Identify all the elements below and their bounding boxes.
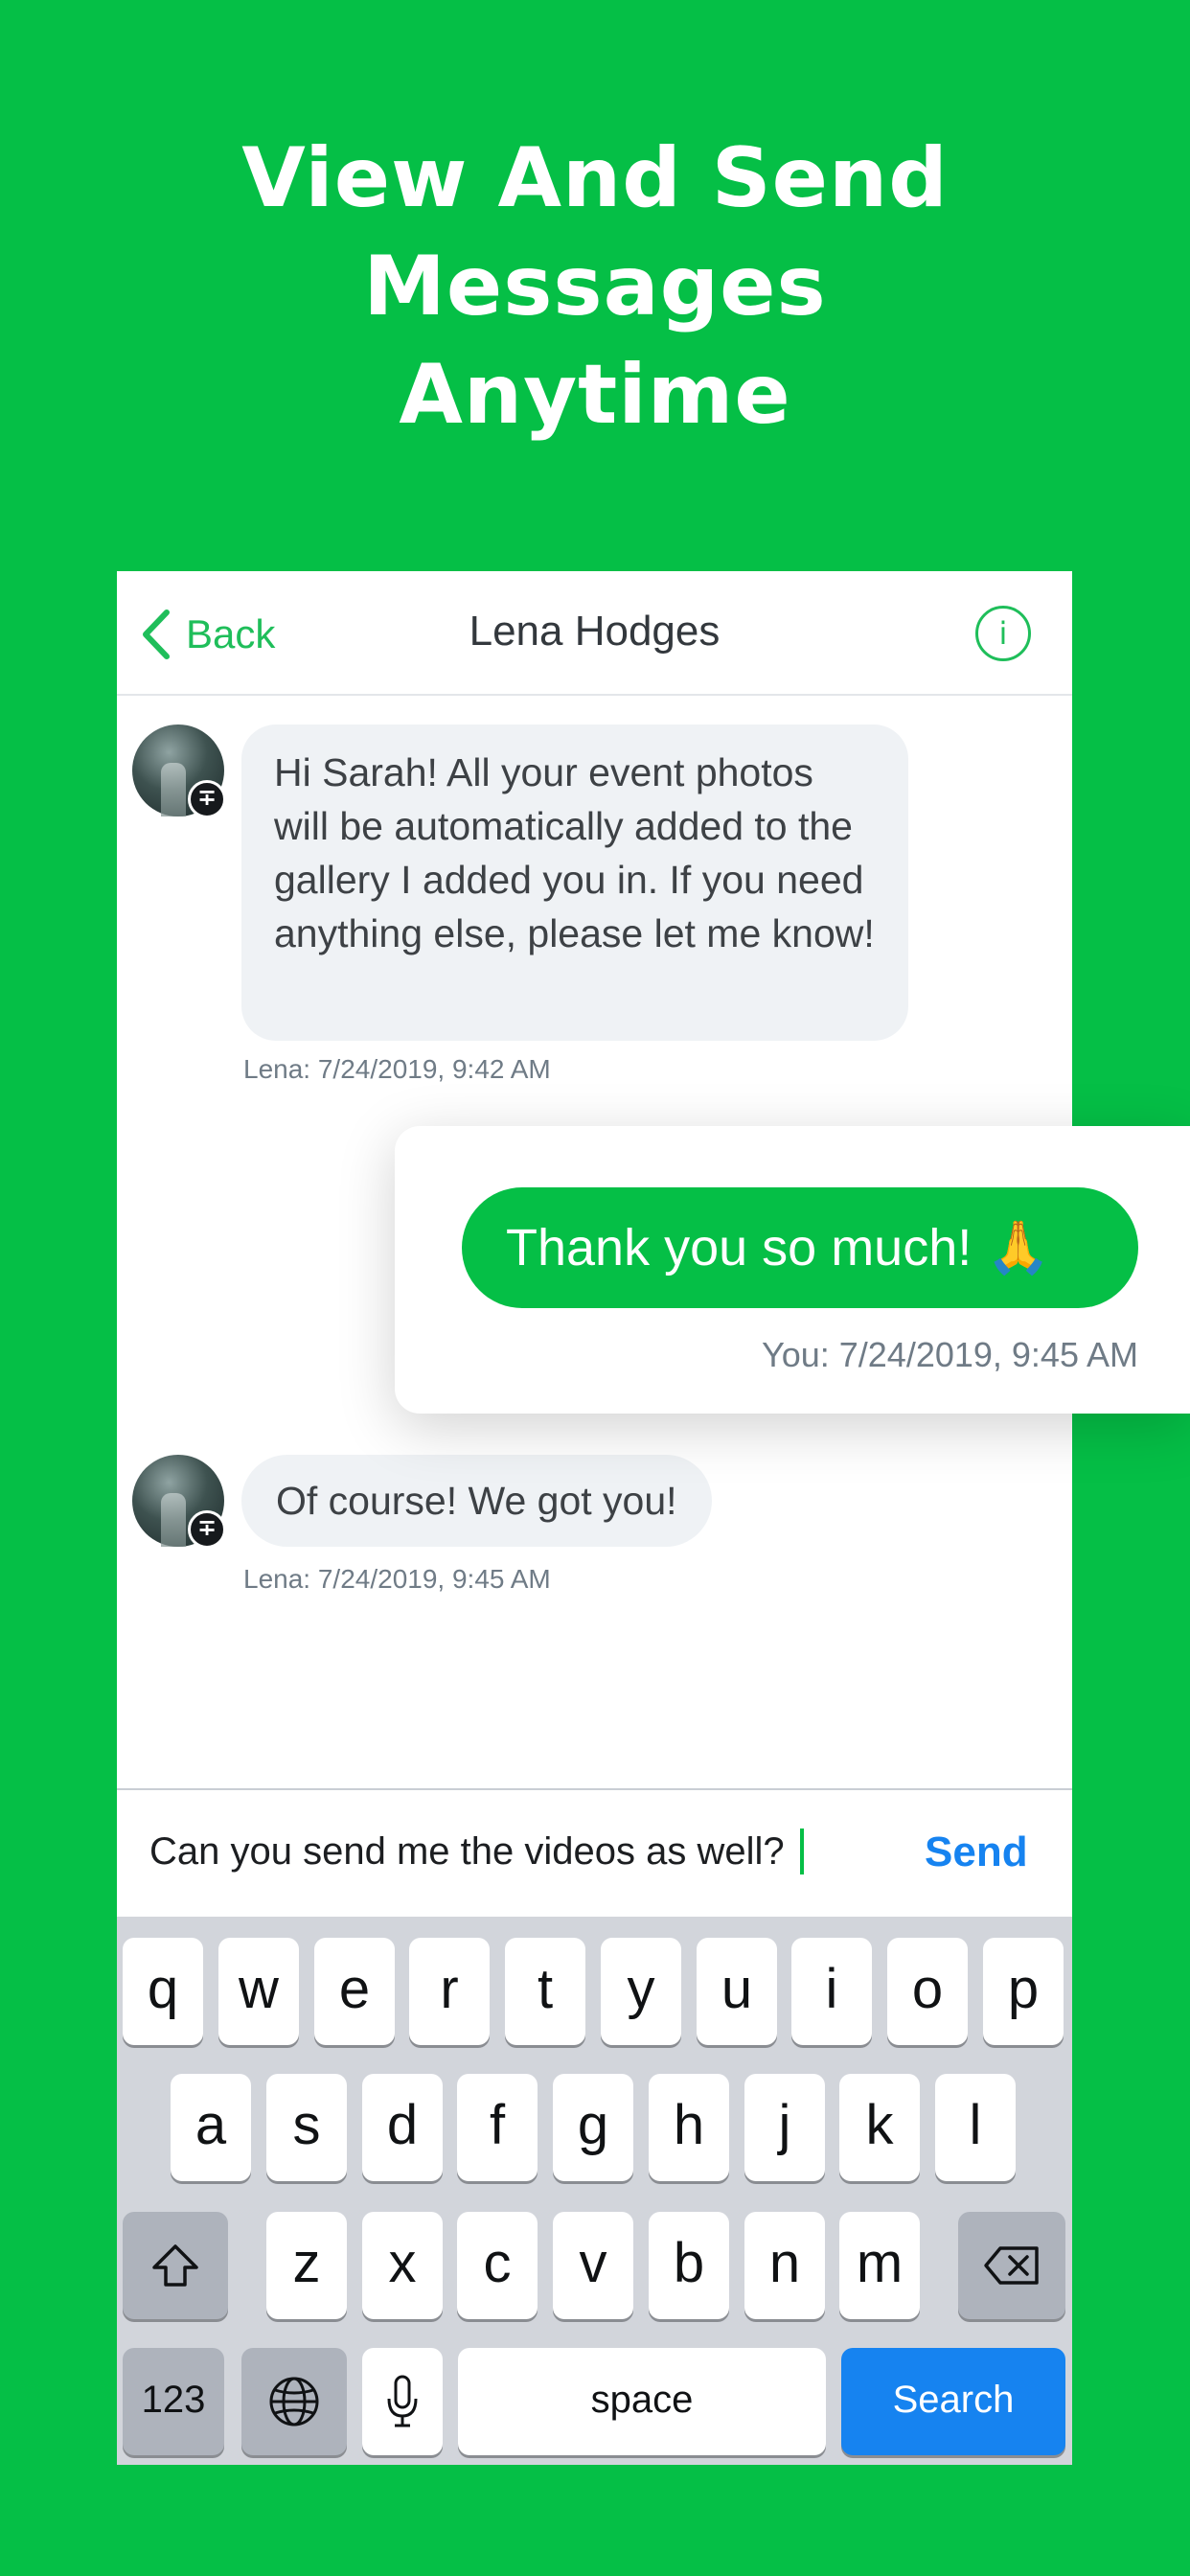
avatar[interactable]: ∓ [132,724,226,818]
key-f[interactable]: f [457,2074,538,2181]
key-t[interactable]: t [505,1938,585,2045]
key-l[interactable]: l [935,2074,1016,2181]
globe-key[interactable] [241,2348,347,2455]
send-button[interactable]: Send [925,1828,1028,1876]
key-o[interactable]: o [887,1938,968,2045]
headline-line-1: View And Send [241,130,949,226]
key-k[interactable]: k [839,2074,920,2181]
key-c[interactable]: c [457,2212,538,2319]
message-meta: You: 7/24/2019, 9:45 AM [762,1335,1138,1374]
avatar[interactable]: ∓ [132,1455,226,1549]
text-caret [799,1828,804,1874]
avatar-badge-icon: ∓ [188,1510,226,1549]
space-key[interactable]: space [458,2348,826,2455]
key-j[interactable]: j [744,2074,825,2181]
key-y[interactable]: y [601,1938,681,2045]
message-meta: Lena: 7/24/2019, 9:45 AM [243,1564,551,1594]
headline: View And Send Messages Anytime [0,125,1190,449]
key-m[interactable]: m [839,2212,920,2319]
shift-key[interactable] [123,2212,228,2319]
globe-icon [269,2377,319,2426]
numbers-key[interactable]: 123 [123,2348,224,2455]
key-x[interactable]: x [362,2212,443,2319]
incoming-message-bubble[interactable]: Hi Sarah! All your event photos will be … [241,724,908,1041]
microphone-key[interactable] [362,2348,443,2455]
key-h[interactable]: h [649,2074,729,2181]
key-p[interactable]: p [983,1938,1064,2045]
key-i[interactable]: i [791,1938,872,2045]
chat-screen: Back Lena Hodges i ∓ Hi Sarah! All your … [117,571,1072,2465]
delete-icon [984,2246,1039,2285]
message-input-value: Can you send me the videos as well? [149,1829,785,1873]
compose-bar: Can you send me the videos as well? Send [117,1788,1072,1917]
key-v[interactable]: v [553,2212,633,2319]
shift-icon [152,2244,198,2287]
avatar-badge-icon: ∓ [188,780,226,818]
key-q[interactable]: q [123,1938,203,2045]
keyboard: q w e r t y u i o p a s d f g h j k l z … [117,1917,1072,2465]
key-s[interactable]: s [266,2074,347,2181]
key-z[interactable]: z [266,2212,347,2319]
headline-line-3: Anytime [399,347,791,443]
navigation-bar: Back Lena Hodges i [117,571,1072,696]
conversation-title: Lena Hodges [469,608,721,655]
microphone-icon [387,2375,418,2427]
key-w[interactable]: w [218,1938,299,2045]
message-input[interactable]: Can you send me the videos as well? [149,1828,804,1874]
delete-key[interactable] [958,2212,1065,2319]
outgoing-message-bubble[interactable]: Thank you so much! 🙏 [462,1187,1138,1308]
key-e[interactable]: e [314,1938,395,2045]
key-b[interactable]: b [649,2212,729,2319]
key-a[interactable]: a [171,2074,251,2181]
key-d[interactable]: d [362,2074,443,2181]
search-key[interactable]: Search [841,2348,1065,2455]
incoming-message-bubble[interactable]: Of course! We got you! [241,1455,712,1547]
info-icon[interactable]: i [975,606,1031,661]
outgoing-message-card: Thank you so much! 🙏 You: 7/24/2019, 9:4… [395,1126,1190,1414]
key-n[interactable]: n [744,2212,825,2319]
headline-line-2: Messages [363,239,827,334]
key-r[interactable]: r [409,1938,490,2045]
key-u[interactable]: u [697,1938,777,2045]
message-meta: Lena: 7/24/2019, 9:42 AM [243,1054,551,1084]
key-g[interactable]: g [553,2074,633,2181]
